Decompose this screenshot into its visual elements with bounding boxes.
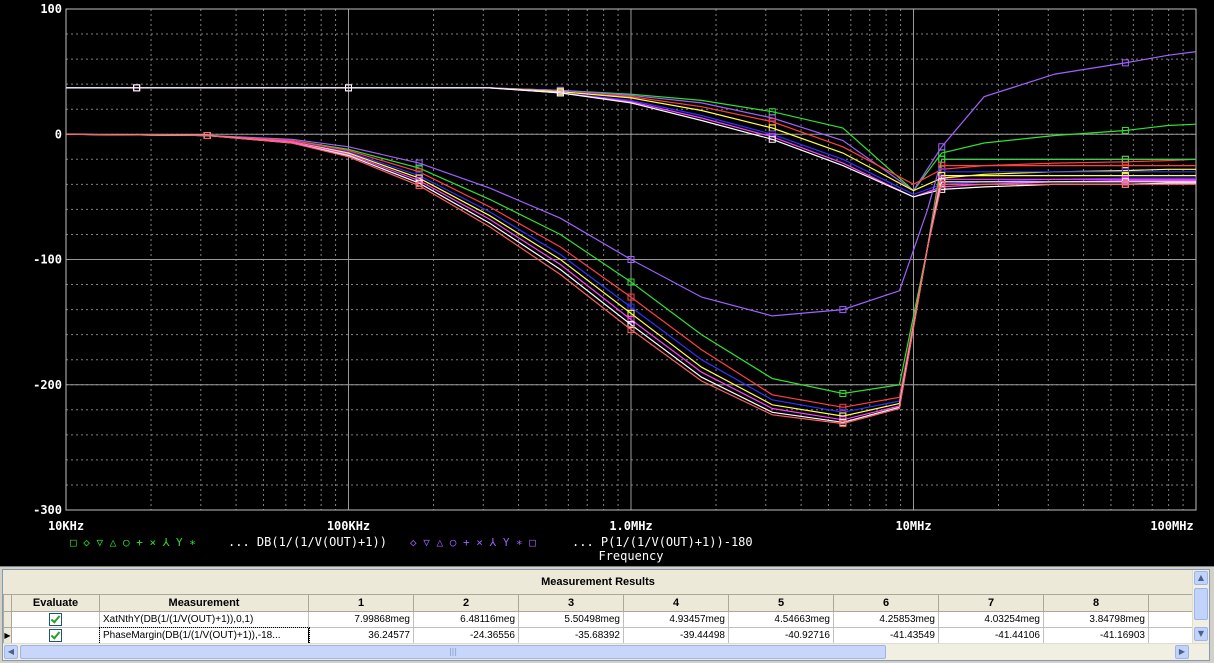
evaluate-checkbox[interactable] — [49, 613, 62, 626]
scroll-up-icon[interactable]: ▲ — [1194, 571, 1208, 585]
table-row[interactable]: XatNthY(DB(1/(1/V(OUT)+1)),0,1) 7.99868m… — [3, 611, 1201, 628]
vertical-scrollbar[interactable]: ▲ ▼ — [1192, 570, 1209, 643]
table-row[interactable]: ▶ PhaseMargin(DB(1/(1/V(OUT)+1)),-18... … — [3, 626, 1201, 645]
value-cell: 4.54663meg — [728, 611, 834, 628]
y-tick-label: 0 — [55, 127, 62, 141]
col-header-5[interactable]: 5 — [728, 594, 834, 612]
bode-plot[interactable]: 100 0 -100 -200 -300 10KHz 100KHz 1.0MHz 10MHz 10… — [0, 0, 1214, 566]
value-cell: -24.36556 — [413, 627, 519, 644]
horizontal-scrollbar[interactable]: ◀ ||| ▶ — [3, 643, 1209, 660]
col-header-6[interactable]: 6 — [833, 594, 939, 612]
row-header-corner — [3, 594, 12, 612]
value-cell: 4.93457meg — [623, 611, 729, 628]
row-selector[interactable] — [3, 611, 12, 628]
value-cell: -35.68392 — [518, 627, 624, 644]
scroll-right-icon[interactable]: ▶ — [1175, 645, 1189, 659]
x-axis-label: Frequency — [598, 549, 663, 563]
value-cell: -41.43549 — [833, 627, 939, 644]
results-title: Measurement Results — [3, 570, 1193, 595]
horizontal-scroll-thumb[interactable]: ||| — [20, 645, 886, 659]
value-cell: 6.48116meg — [413, 611, 519, 628]
value-cell: 5.50498meg — [518, 611, 624, 628]
y-tick-label: -300 — [33, 503, 62, 517]
evaluate-checkbox[interactable] — [49, 629, 62, 642]
value-cell: -41.44106 — [938, 627, 1044, 644]
measurement-cell[interactable]: XatNthY(DB(1/(1/V(OUT)+1)),0,1) — [99, 611, 309, 628]
legend-label-phase: ... P(1/(1/V(OUT)+1))-180 — [572, 535, 753, 549]
measurement-cell[interactable]: PhaseMargin(DB(1/(1/V(OUT)+1)),-18... — [98, 626, 310, 645]
value-cell: 4.25853meg — [833, 611, 939, 628]
legend-markers-phase: ◇ ▽ △ ○ + × ⅄ Y ∗ □ — [410, 536, 536, 549]
scroll-left-icon[interactable]: ◀ — [4, 645, 18, 659]
measurement-results-grid[interactable]: Measurement Results Evaluate Measurement… — [2, 569, 1210, 661]
x-tick-label: 10KHz — [48, 519, 84, 533]
scroll-down-icon[interactable]: ▼ — [1194, 627, 1208, 641]
col-header-evaluate[interactable]: Evaluate — [11, 594, 100, 612]
value-cell: 4.03254meg — [938, 611, 1044, 628]
y-tick-label: -100 — [33, 253, 62, 267]
probe-plot-window[interactable]: 100 0 -100 -200 -300 10KHz 100KHz 1.0MHz 10MHz 10… — [0, 0, 1214, 566]
x-tick-label: 100KHz — [327, 519, 370, 533]
col-header-4[interactable]: 4 — [623, 594, 729, 612]
value-cell: -41.16903 — [1043, 627, 1149, 644]
col-header-measurement[interactable]: Measurement — [99, 594, 309, 612]
col-header-3[interactable]: 3 — [518, 594, 624, 612]
scroll-thumb[interactable] — [1194, 588, 1208, 620]
current-row-icon: ▶ — [4, 631, 11, 640]
col-header-2[interactable]: 2 — [413, 594, 519, 612]
x-tick-label: 100MHz — [1150, 519, 1193, 533]
col-header-7[interactable]: 7 — [938, 594, 1044, 612]
value-cell: 3.84798meg — [1043, 611, 1149, 628]
x-tick-label: 10MHz — [895, 519, 931, 533]
measurement-results-panel: Measurement Results Evaluate Measurement… — [0, 566, 1214, 663]
x-tick-label: 1.0MHz — [609, 519, 652, 533]
value-cell: 7.99868meg — [308, 611, 414, 628]
evaluate-cell[interactable] — [11, 627, 100, 644]
value-cell: -39.44498 — [623, 627, 729, 644]
row-selector[interactable]: ▶ — [3, 627, 12, 644]
results-table: Evaluate Measurement 1 2 3 4 5 6 7 8 Xat… — [3, 594, 1201, 645]
y-tick-label: 100 — [40, 2, 62, 16]
col-header-8[interactable]: 8 — [1043, 594, 1149, 612]
y-tick-label: -200 — [33, 378, 62, 392]
evaluate-cell[interactable] — [11, 611, 100, 628]
legend-label-magnitude: ... DB(1/(1/V(OUT)+1)) — [228, 535, 387, 549]
value-cell: -40.92716 — [728, 627, 834, 644]
value-cell: 36.24577 — [308, 627, 414, 644]
legend-markers-magnitude: □ ◇ ▽ △ ○ + × ⅄ Y ∗ — [70, 536, 196, 549]
col-header-1[interactable]: 1 — [308, 594, 414, 612]
